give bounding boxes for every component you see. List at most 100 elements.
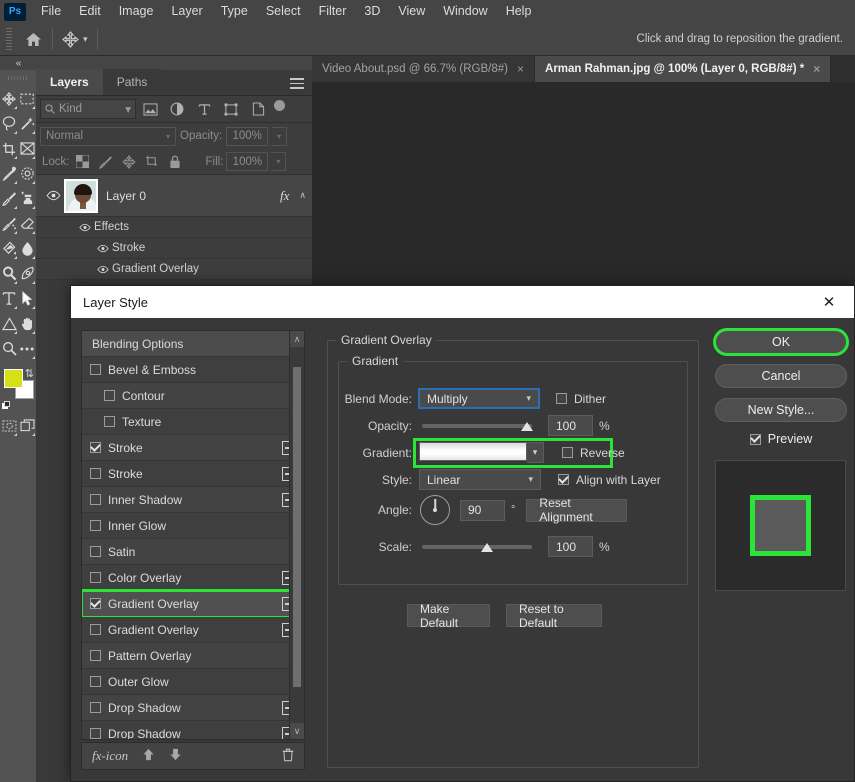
menu-window[interactable]: Window (434, 0, 496, 23)
menu-help[interactable]: Help (497, 0, 541, 23)
menu-select[interactable]: Select (257, 0, 310, 23)
checkbox[interactable] (90, 676, 101, 687)
blur-tool[interactable] (18, 236, 36, 261)
panel-menu-icon[interactable] (290, 78, 304, 92)
chevron-down-icon[interactable]: ▾ (518, 393, 531, 404)
reverse-option[interactable]: Reverse (562, 446, 625, 460)
blending-options-header[interactable]: Blending Options (82, 331, 304, 357)
style-item-texture[interactable]: Texture (82, 409, 304, 435)
styles-scrollbar[interactable]: ∧ ∨ (289, 330, 305, 740)
layer-visibility-icon[interactable] (42, 190, 64, 201)
style-item-pattern-overlay[interactable]: Pattern Overlay (82, 643, 304, 669)
shape-tool[interactable] (0, 311, 18, 336)
effects-visibility-icon[interactable] (76, 223, 94, 232)
scroll-down-icon[interactable]: ∨ (290, 723, 304, 739)
magic-wand-tool[interactable] (18, 111, 36, 136)
spot-healing-brush-tool[interactable] (18, 161, 36, 186)
menu-layer[interactable]: Layer (162, 0, 211, 23)
checkbox[interactable] (90, 572, 101, 583)
brush-tool[interactable] (0, 186, 18, 211)
default-colors-icon[interactable] (2, 401, 12, 411)
layer-thumbnail[interactable] (64, 178, 98, 213)
opacity-stepper[interactable]: ▾ (272, 126, 288, 146)
scale-slider[interactable] (422, 537, 532, 557)
layer-blend-mode-select[interactable]: Normal ▾ (40, 126, 176, 146)
move-down-icon[interactable] (169, 748, 182, 764)
new-style-button[interactable]: New Style... (715, 398, 847, 422)
fill-stepper[interactable]: ▾ (271, 152, 287, 171)
layers-panel-collapse[interactable] (36, 56, 312, 70)
menu-filter[interactable]: Filter (310, 0, 356, 23)
style-item-drop-shadow-1[interactable]: Drop Shadow (82, 695, 304, 721)
checkbox[interactable] (104, 390, 115, 401)
menu-view[interactable]: View (389, 0, 434, 23)
horizontal-type-tool[interactable] (0, 286, 18, 311)
opacity-input[interactable]: 100 (548, 415, 593, 436)
checkbox[interactable] (90, 650, 101, 661)
fx-icon[interactable]: fx-icon (92, 748, 128, 764)
toolbar-grip[interactable] (8, 72, 28, 84)
chevron-down-icon[interactable]: ▾ (83, 34, 88, 45)
checkbox[interactable] (558, 474, 569, 485)
lock-transparent-pixels-icon[interactable] (73, 152, 93, 172)
checkbox[interactable] (104, 416, 115, 427)
checkbox[interactable] (90, 702, 101, 713)
style-item-gradient-overlay-2[interactable]: Gradient Overlay (82, 617, 304, 643)
gradient-tool[interactable] (0, 236, 18, 261)
effect-visibility-icon[interactable] (94, 244, 112, 253)
fill-value[interactable]: 100% (226, 152, 269, 171)
pen-tool[interactable] (18, 261, 36, 286)
checkbox[interactable] (90, 494, 101, 505)
screen-mode-icon[interactable] (18, 413, 36, 438)
style-item-gradient-overlay-selected[interactable]: Gradient Overlay (82, 589, 304, 619)
style-item-inner-glow[interactable]: Inner Glow (82, 513, 304, 539)
swap-colors-icon[interactable]: ⇅ (25, 367, 34, 380)
eraser-tool[interactable] (18, 211, 36, 236)
pixel-filter-icon[interactable] (137, 98, 163, 120)
style-item-inner-shadow[interactable]: Inner Shadow (82, 487, 304, 513)
lock-position-icon[interactable] (119, 152, 139, 172)
dither-option[interactable]: Dither (556, 392, 606, 406)
reset-alignment-button[interactable]: Reset Alignment (526, 496, 628, 524)
style-item-contour[interactable]: Contour (82, 383, 304, 409)
menu-image[interactable]: Image (110, 0, 163, 23)
list-item[interactable]: Stroke (36, 238, 312, 259)
gradient-picker[interactable]: ▾ (419, 442, 544, 463)
checkbox[interactable] (90, 468, 101, 479)
foreground-color-swatch[interactable] (4, 369, 23, 388)
dialog-title-bar[interactable]: Layer Style ✕ (71, 286, 854, 318)
move-up-icon[interactable] (142, 748, 155, 764)
scale-input[interactable]: 100 (548, 536, 593, 557)
move-tool-option[interactable]: ▾ (55, 24, 95, 54)
chevron-up-icon[interactable]: ∧ (299, 190, 306, 201)
document-tab-video-about[interactable]: Video About.psd @ 66.7% (RGB/8#) × (312, 56, 536, 82)
edit-toolbar-tool[interactable] (18, 336, 36, 361)
checkbox[interactable] (90, 520, 101, 531)
effect-visibility-icon[interactable] (94, 265, 112, 274)
tab-layers[interactable]: Layers (36, 69, 103, 95)
checkbox[interactable] (90, 598, 101, 609)
lock-artboard-icon[interactable] (142, 152, 162, 172)
shape-filter-icon[interactable] (218, 98, 244, 120)
style-item-outer-glow[interactable]: Outer Glow (82, 669, 304, 695)
smartobject-filter-icon[interactable] (245, 98, 271, 120)
trash-icon[interactable] (282, 748, 294, 765)
toolbar-collapse-button[interactable]: « (0, 56, 36, 70)
checkbox[interactable] (90, 728, 101, 739)
scroll-up-icon[interactable]: ∧ (290, 331, 304, 347)
style-item-bevel-emboss[interactable]: Bevel & Emboss (82, 357, 304, 383)
lock-image-pixels-icon[interactable] (96, 152, 116, 172)
gradient-swatch[interactable] (419, 442, 527, 461)
list-item[interactable]: Gradient Overlay (36, 259, 312, 280)
opacity-value[interactable]: 100% (226, 126, 269, 146)
tab-paths[interactable]: Paths (102, 69, 162, 95)
style-item-stroke-1[interactable]: Stroke (82, 435, 304, 461)
clone-stamp-tool[interactable] (18, 186, 36, 211)
slider-knob[interactable] (521, 421, 533, 431)
crop-tool[interactable] (0, 136, 18, 161)
menu-3d[interactable]: 3D (355, 0, 389, 23)
type-filter-icon[interactable] (191, 98, 217, 120)
options-bar-grip[interactable] (6, 28, 12, 50)
eyedropper-tool[interactable] (0, 161, 18, 186)
chevron-down-icon[interactable]: ▾ (527, 442, 544, 463)
